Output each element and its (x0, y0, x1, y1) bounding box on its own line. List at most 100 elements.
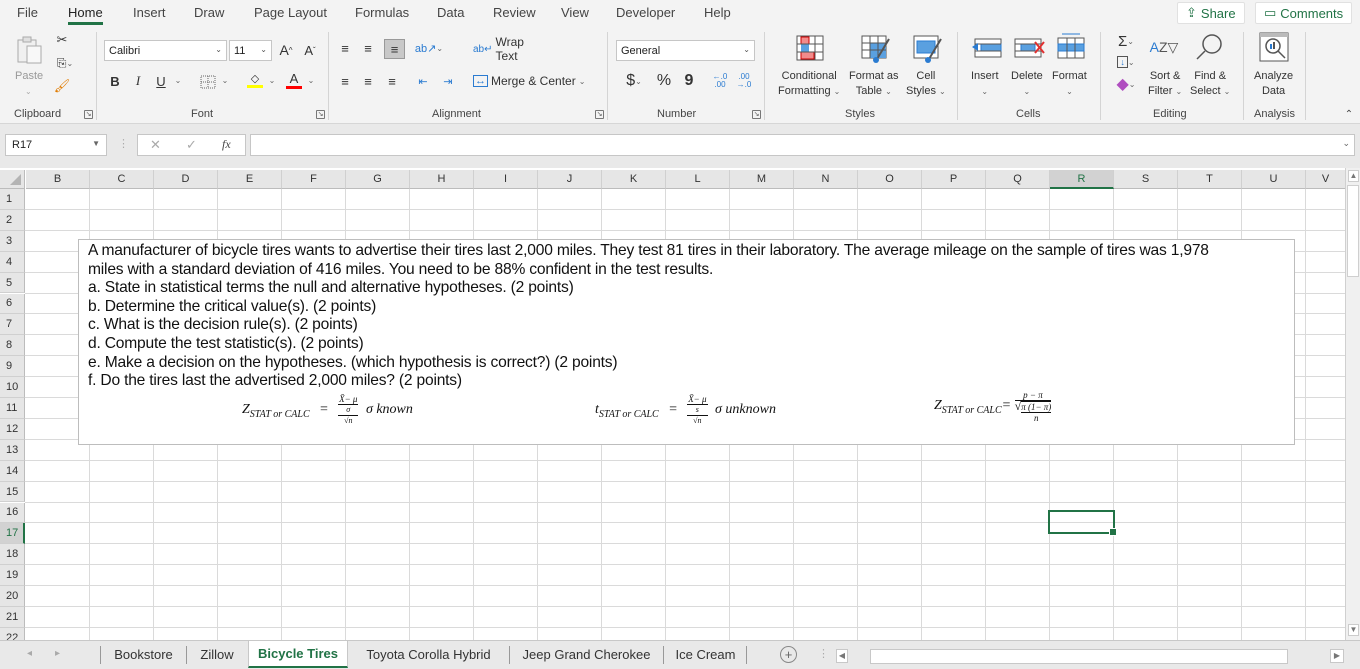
tab-developer[interactable]: Developer (616, 5, 675, 20)
row-header-1[interactable]: 1 (0, 189, 25, 210)
row-header-13[interactable]: 13 (0, 439, 25, 461)
decrease-indent-icon[interactable]: ⇤ (415, 73, 431, 89)
tab-insert[interactable]: Insert (133, 5, 166, 20)
cancel-icon[interactable]: ✕ (150, 137, 161, 153)
cell-styles-label[interactable]: Cell Styles ⌄ (906, 69, 946, 99)
tab-formulas[interactable]: Formulas (355, 5, 409, 20)
next-sheet-icon[interactable]: ▸ (55, 648, 60, 659)
format-painter-icon[interactable]: 🖌 (54, 78, 71, 94)
tab-view[interactable]: View (561, 5, 589, 20)
fill-button[interactable]: ↓ ⌄ (1112, 54, 1140, 70)
delete-cells-icon[interactable] (1012, 36, 1046, 60)
row-header-9[interactable]: 9 (0, 356, 25, 378)
column-header-k[interactable]: K (602, 170, 666, 189)
column-header-d[interactable]: D (154, 170, 218, 189)
format-cells-label[interactable]: Format ⌄ (1052, 69, 1087, 99)
sheet-tab-ice-cream[interactable]: Ice Cream (664, 641, 747, 668)
comments-button[interactable]: ▭ Comments (1255, 2, 1353, 24)
borders-dropdown-icon[interactable]: ⌄ (221, 76, 229, 85)
column-header-g[interactable]: G (346, 170, 410, 189)
horizontal-scrollbar[interactable] (870, 649, 1288, 664)
column-header-m[interactable]: M (730, 170, 794, 189)
conditional-formatting-icon[interactable] (795, 34, 825, 62)
font-launcher-icon[interactable]: ↘ (316, 110, 325, 119)
cut-icon[interactable]: ✂ (54, 32, 70, 48)
vertical-scroll-thumb[interactable] (1347, 185, 1359, 277)
enter-icon[interactable]: ✓ (186, 137, 197, 153)
share-button[interactable]: ⇪ Share (1177, 2, 1245, 24)
column-header-q[interactable]: Q (986, 170, 1050, 189)
row-header-5[interactable]: 5 (0, 272, 25, 294)
decrease-decimal-button[interactable]: .00 →.0 (734, 71, 754, 91)
fill-color-button[interactable]: ◇ (246, 70, 264, 90)
row-header-4[interactable]: 4 (0, 251, 25, 273)
paste-dropdown[interactable]: ⌄ (25, 84, 32, 99)
clear-button[interactable]: ◆ ⌄ (1112, 76, 1140, 93)
number-launcher-icon[interactable]: ↘ (752, 110, 761, 119)
tab-help[interactable]: Help (704, 5, 731, 20)
column-header-t[interactable]: T (1178, 170, 1242, 189)
row-header-17[interactable]: 17 (0, 523, 25, 545)
row-header-18[interactable]: 18 (0, 544, 25, 566)
collapse-ribbon-icon[interactable]: ⌃ (1343, 108, 1355, 120)
column-header-j[interactable]: J (538, 170, 602, 189)
formula-bar-grip-icon[interactable]: ⋮ (118, 137, 129, 150)
row-header-2[interactable]: 2 (0, 209, 25, 231)
prev-sheet-icon[interactable]: ◂ (27, 648, 32, 659)
scroll-down-icon[interactable]: ▼ (1348, 624, 1359, 636)
analyze-data-icon[interactable] (1257, 31, 1291, 63)
number-format-dropdown[interactable]: General ⌄ (616, 40, 755, 61)
row-header-11[interactable]: 11 (0, 398, 25, 419)
name-box-dropdown-icon[interactable]: ▼ (92, 139, 100, 148)
column-header-v[interactable]: V (1306, 170, 1345, 189)
format-as-table-icon[interactable] (860, 34, 892, 64)
expand-formula-bar-icon[interactable]: ⌄ (1342, 138, 1350, 149)
find-select-label[interactable]: Find & Select ⌄ (1190, 69, 1230, 99)
sheet-tab-bookstore[interactable]: Bookstore (101, 641, 186, 668)
tab-data[interactable]: Data (437, 5, 464, 20)
column-header-e[interactable]: E (218, 170, 282, 189)
cell-styles-icon[interactable] (912, 34, 944, 64)
column-header-b[interactable]: B (26, 170, 90, 189)
tab-splitter-icon[interactable]: ⋮ (818, 647, 829, 660)
underline-dropdown-icon[interactable]: ⌄ (174, 76, 182, 85)
row-header-3[interactable]: 3 (0, 230, 25, 252)
decrease-font-size-button[interactable]: Aˇ (302, 40, 318, 60)
row-header-8[interactable]: 8 (0, 335, 25, 357)
wrap-text-button[interactable]: ab↵ Wrap Text (473, 35, 548, 63)
column-header-h[interactable]: H (410, 170, 474, 189)
tab-review[interactable]: Review (493, 5, 536, 20)
fill-dropdown-icon[interactable]: ⌄ (268, 76, 276, 85)
comma-style-button[interactable]: 9 (683, 71, 695, 91)
insert-cells-icon[interactable] (970, 36, 1004, 60)
scroll-left-icon[interactable]: ◀ (836, 649, 848, 663)
row-header-20[interactable]: 20 (0, 586, 25, 607)
autosum-button[interactable]: Σ ⌄ (1112, 32, 1140, 50)
percent-button[interactable]: % (655, 71, 673, 91)
clipboard-launcher-icon[interactable]: ↘ (84, 110, 93, 119)
font-color-dropdown-icon[interactable]: ⌄ (307, 76, 315, 85)
bold-button[interactable]: B (108, 72, 122, 90)
align-right-icon[interactable]: ≡ (384, 73, 400, 89)
delete-cells-label[interactable]: Delete ⌄ (1011, 69, 1043, 99)
scroll-up-icon[interactable]: ▲ (1348, 170, 1359, 182)
borders-button[interactable] (199, 74, 217, 90)
row-header-7[interactable]: 7 (0, 314, 25, 336)
italic-button[interactable]: I (131, 72, 145, 90)
column-header-u[interactable]: U (1242, 170, 1306, 189)
row-header-19[interactable]: 19 (0, 565, 25, 587)
tab-file[interactable]: File (17, 5, 38, 20)
insert-function-icon[interactable]: fx (222, 137, 231, 152)
paste-button[interactable] (14, 34, 46, 66)
conditional-formatting-label[interactable]: Conditional Formatting ⌄ (778, 69, 840, 99)
row-header-21[interactable]: 21 (0, 607, 25, 628)
sort-filter-icon[interactable]: A Z▽ (1148, 32, 1180, 62)
sheet-tab-toyota-corolla-hybrid[interactable]: Toyota Corolla Hybrid (349, 641, 508, 668)
underline-button[interactable]: U (154, 72, 168, 90)
increase-decimal-button[interactable]: ←.0.00 (710, 71, 730, 91)
vertical-scrollbar[interactable]: ▲ ▼ (1345, 168, 1360, 640)
row-header-16[interactable]: 16 (0, 502, 25, 524)
row-header-14[interactable]: 14 (0, 460, 25, 482)
align-top-icon[interactable]: ≡ (337, 40, 353, 56)
formula-input[interactable]: ⌄ (250, 134, 1355, 156)
